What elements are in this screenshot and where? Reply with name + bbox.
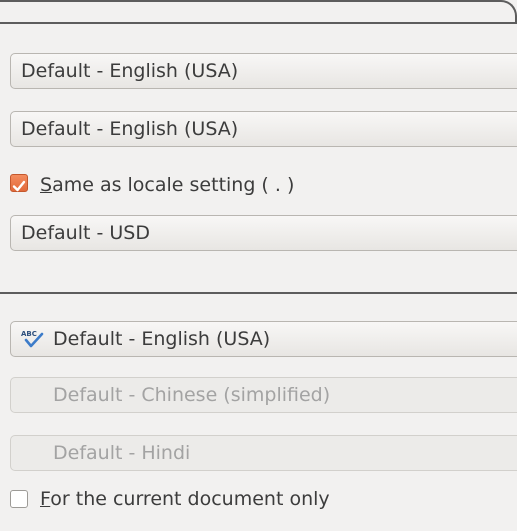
spellcheck-abc-icon: ABC	[21, 330, 44, 348]
checkmark-icon	[12, 180, 26, 192]
locale-setting-value: Default - English (USA)	[21, 60, 239, 82]
window-frame	[0, 0, 517, 24]
decimal-separator-label: Same as locale setting ( . )	[40, 174, 295, 196]
asian-language-value: Default - Chinese (simplified)	[53, 384, 331, 406]
ctl-language-combo: Default - Hindi	[10, 435, 517, 471]
svg-text:ABC: ABC	[21, 330, 37, 338]
default-language-value: Default - English (USA)	[21, 118, 239, 140]
decimal-separator-checkbox-row[interactable]: Same as locale setting ( . )	[10, 172, 294, 198]
asian-language-combo: Default - Chinese (simplified)	[10, 377, 517, 413]
current-document-checkbox-row[interactable]: For the current document only	[10, 486, 330, 512]
current-document-label: For the current document only	[40, 488, 330, 510]
separator-top	[0, 22, 517, 24]
currency-combo[interactable]: Default - USD	[10, 215, 517, 251]
decimal-separator-checkbox[interactable]	[10, 174, 28, 192]
locale-setting-combo[interactable]: Default - English (USA)	[10, 53, 517, 89]
default-language-combo[interactable]: Default - English (USA)	[10, 111, 517, 147]
currency-value: Default - USD	[21, 222, 150, 244]
ctl-language-value: Default - Hindi	[53, 442, 191, 464]
western-language-value: Default - English (USA)	[53, 328, 271, 350]
language-settings-panel: Default - English (USA) Default - Englis…	[0, 0, 517, 531]
separator-middle	[0, 292, 517, 294]
current-document-checkbox[interactable]	[10, 490, 28, 508]
western-language-combo[interactable]: ABC Default - English (USA)	[10, 321, 517, 357]
